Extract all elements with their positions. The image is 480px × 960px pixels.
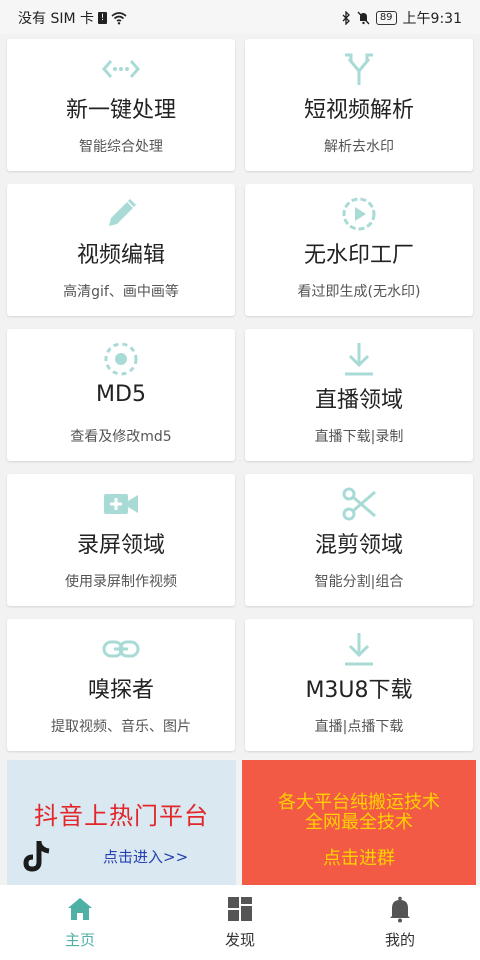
card-screen-record[interactable]: 录屏领域 使用录屏制作视频 <box>7 474 235 606</box>
card-title: 新一键处理 <box>65 98 176 123</box>
card-subtitle: 看过即生成(无水印) <box>297 284 421 300</box>
tab-mine[interactable]: 我的 <box>320 895 480 950</box>
status-bar: 没有 SIM 卡 ! 89 上午9:31 <box>0 0 480 34</box>
carrier-label: 没有 SIM 卡 <box>18 11 94 27</box>
join-group-link[interactable]: 点击进群 <box>242 844 476 870</box>
tab-discover[interactable]: 发现 <box>160 895 320 950</box>
sim-alert-icon: ! <box>98 12 107 24</box>
code-arrows-icon <box>102 60 140 78</box>
bell-icon <box>390 896 410 923</box>
card-title: 短视频解析 <box>303 98 414 123</box>
enter-link[interactable]: 点击进入>> <box>103 846 188 867</box>
clock: 上午9:31 <box>402 11 462 27</box>
banner-line-2: 全网最全技术 <box>305 812 413 833</box>
card-video-edit[interactable]: 视频编辑 高清gif、画中画等 <box>7 184 235 316</box>
tab-home[interactable]: 主页 <box>0 895 160 950</box>
card-subtitle: 智能综合处理 <box>79 139 163 155</box>
card-m3u8-download[interactable]: M3U8下载 直播|点播下载 <box>245 619 473 751</box>
video-camera-plus-icon <box>104 494 138 514</box>
home-icon <box>68 898 92 920</box>
card-subtitle: 解析去水印 <box>324 139 394 155</box>
douyin-hot-banner[interactable]: 抖音上热门平台 点击进入>> <box>7 760 236 885</box>
card-title: 混剪领域 <box>314 533 403 558</box>
card-subtitle: 智能分割|组合 <box>314 574 404 590</box>
bluetooth-icon <box>342 11 350 25</box>
card-subtitle: 直播|点播下载 <box>314 719 404 735</box>
card-title: 直播领域 <box>314 388 403 413</box>
card-subtitle: 查看及修改md5 <box>70 429 172 445</box>
card-title: 无水印工厂 <box>303 243 414 268</box>
banner-title: 抖音上热门平台 <box>34 802 209 830</box>
card-title: 嗅探者 <box>87 678 154 703</box>
card-title: 视频编辑 <box>76 243 165 268</box>
play-circle-icon <box>342 197 376 231</box>
card-mix-edit[interactable]: 混剪领域 智能分割|组合 <box>245 474 473 606</box>
tab-label: 主页 <box>64 931 95 949</box>
link-icon <box>102 640 140 658</box>
card-md5[interactable]: MD5 查看及修改md5 <box>7 329 235 461</box>
card-title: 录屏领域 <box>76 533 165 558</box>
tab-label: 发现 <box>224 931 255 949</box>
tiktok-logo-icon <box>23 841 50 872</box>
download-icon <box>345 343 373 376</box>
battery-indicator: 89 <box>375 11 397 25</box>
target-icon <box>104 342 138 376</box>
scissors-icon <box>342 487 376 521</box>
card-live-stream[interactable]: 直播领域 直播下载|录制 <box>245 329 473 461</box>
card-subtitle: 提取视频、音乐、图片 <box>51 719 191 735</box>
mute-bell-icon <box>357 11 370 25</box>
join-group-banner[interactable]: 各大平台纯搬运技术 全网最全技术 点击进群 <box>242 760 476 885</box>
card-sniffer[interactable]: 嗅探者 提取视频、音乐、图片 <box>7 619 235 751</box>
card-watermark-free-factory[interactable]: 无水印工厂 看过即生成(无水印) <box>245 184 473 316</box>
wifi-icon <box>111 12 127 25</box>
download-icon <box>345 633 373 666</box>
card-subtitle: 使用录屏制作视频 <box>65 574 177 590</box>
card-title: MD5 <box>96 382 146 407</box>
pencil-icon <box>109 198 137 226</box>
card-one-click-process[interactable]: 新一键处理 智能综合处理 <box>7 39 235 171</box>
card-subtitle: 直播下载|录制 <box>314 429 404 445</box>
merge-arrows-icon <box>345 53 373 85</box>
bottom-tab-bar: 主页 发现 我的 <box>0 885 480 960</box>
tab-label: 我的 <box>384 931 415 949</box>
card-subtitle: 高清gif、画中画等 <box>63 284 179 300</box>
card-title: M3U8下载 <box>305 678 413 703</box>
grid-icon <box>228 897 252 921</box>
card-short-video-parse[interactable]: 短视频解析 解析去水印 <box>245 39 473 171</box>
